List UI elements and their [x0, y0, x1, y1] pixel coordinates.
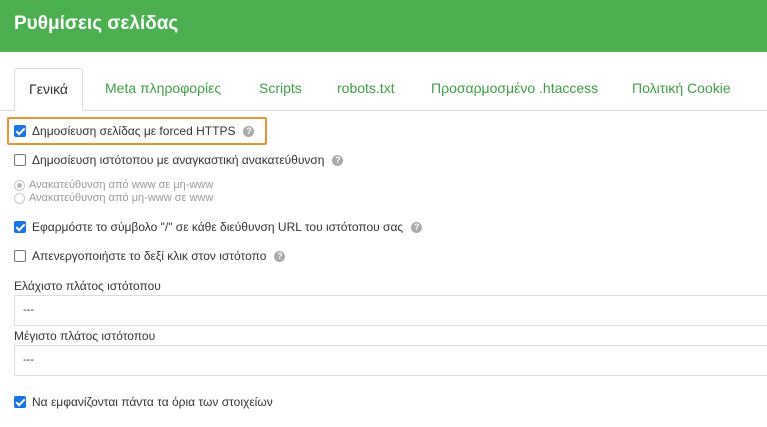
max-width-label: Μέγιστο πλάτος ιστότοπου	[14, 329, 156, 343]
disable-right-click-checkbox[interactable]	[14, 250, 26, 262]
show-element-borders-label: Να εμφανίζονται πάντα τα όρια των στοιχε…	[32, 395, 273, 409]
min-width-input[interactable]: ---	[14, 295, 767, 326]
radio-www-to-nonwww: Ανακατεύθυνση από www σε μη-www	[14, 179, 213, 191]
www-to-nonwww-radio	[14, 179, 25, 191]
nonwww-to-www-radio	[14, 192, 25, 204]
option-forced-https[interactable]: Δημοσίευση σελίδας με forced HTTPS ?	[14, 124, 255, 138]
radio-nonwww-to-www: Ανακατεύθυνση από μη-www σε www	[14, 192, 213, 204]
forced-https-label: Δημοσίευση σελίδας με forced HTTPS	[32, 124, 236, 138]
option-trailing-slash[interactable]: Εφαρμόστε το σύμβολο "/" σε κάθε διεύθυν…	[14, 220, 423, 234]
forced-redirect-label: Δημοσίευση ιστότοπου με αναγκαστική ανακ…	[32, 153, 325, 167]
tab-bar: Γενικά Meta πληροφορίες Scripts robots.t…	[0, 68, 767, 111]
trailing-slash-label: Εφαρμόστε το σύμβολο "/" σε κάθε διεύθυν…	[32, 220, 404, 234]
www-to-nonwww-label: Ανακατεύθυνση από www σε μη-www	[29, 179, 214, 191]
nonwww-to-www-label: Ανακατεύθυνση από μη-www σε www	[29, 192, 214, 204]
tab-htaccess[interactable]: Προσαρμοσμένο .htaccess	[431, 68, 598, 109]
question-circle-icon[interactable]: ?	[411, 221, 423, 233]
option-disable-right-click[interactable]: Απενεργοποιήστε το δεξί κλικ στον ιστότο…	[14, 249, 286, 263]
trailing-slash-checkbox[interactable]	[14, 221, 26, 233]
tab-cookie-policy[interactable]: Πολιτική Cookie	[632, 68, 731, 109]
option-show-element-borders[interactable]: Να εμφανίζονται πάντα τα όρια των στοιχε…	[14, 395, 273, 409]
page-header: Ρυθμίσεις σελίδας	[0, 0, 767, 52]
forced-redirect-checkbox[interactable]	[14, 154, 26, 166]
tab-robots[interactable]: robots.txt	[337, 68, 395, 109]
min-width-label: Ελάχιστο πλάτος ιστότοπου	[14, 279, 161, 293]
disable-right-click-label: Απενεργοποιήστε το δεξί κλικ στον ιστότο…	[32, 249, 267, 263]
question-circle-icon[interactable]: ?	[243, 125, 255, 137]
tab-general[interactable]: Γενικά	[14, 68, 83, 111]
page-title: Ρυθμίσεις σελίδας	[14, 13, 179, 34]
show-element-borders-checkbox[interactable]	[14, 396, 26, 408]
question-circle-icon[interactable]: ?	[332, 154, 344, 166]
forced-https-checkbox[interactable]	[14, 125, 26, 137]
tab-meta[interactable]: Meta πληροφορίες	[105, 68, 221, 109]
option-forced-redirect[interactable]: Δημοσίευση ιστότοπου με αναγκαστική ανακ…	[14, 153, 344, 167]
question-circle-icon[interactable]: ?	[274, 250, 286, 262]
max-width-input[interactable]: ---	[14, 345, 767, 376]
tab-scripts[interactable]: Scripts	[259, 68, 302, 109]
